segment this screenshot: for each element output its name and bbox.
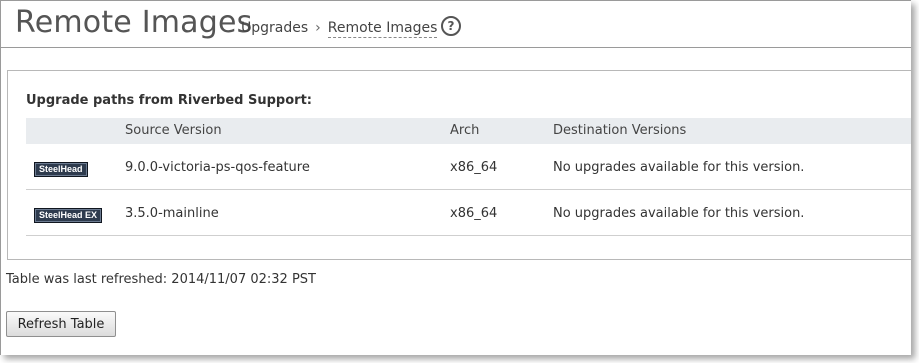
last-refreshed-text: Table was last refreshed: 2014/11/07 02:… [6, 272, 316, 287]
upgrade-paths-table: Source Version Arch Destination Versions… [26, 118, 911, 236]
arch-cell: x86_64 [450, 160, 498, 175]
breadcrumb-current[interactable]: Remote Images [327, 20, 438, 38]
source-version-cell: 3.5.0-mainline [125, 206, 219, 221]
table-row: SteelHead 9.0.0-victoria-ps-qos-feature … [26, 144, 911, 190]
column-header-source-version: Source Version [125, 123, 222, 138]
table-row: SteelHead EX 3.5.0-mainline x86_64 No up… [26, 190, 911, 236]
help-icon[interactable]: ? [441, 16, 461, 36]
breadcrumb-separator: › [315, 20, 321, 36]
column-header-arch: Arch [450, 123, 480, 138]
window-frame: Remote Images Upgrades › Remote Images ? U… [0, 0, 911, 355]
steelhead-ex-logo: SteelHead EX [34, 208, 103, 223]
page-title: Remote Images [15, 5, 253, 40]
refresh-table-button[interactable]: Refresh Table [6, 311, 116, 337]
breadcrumb-upgrades-link[interactable]: Upgrades [241, 20, 308, 36]
table-header: Source Version Arch Destination Versions [26, 118, 911, 144]
destination-versions-cell: No upgrades available for this version. [553, 206, 805, 221]
steelhead-logo: SteelHead [34, 162, 88, 177]
destination-versions-cell: No upgrades available for this version. [553, 160, 805, 175]
arch-cell: x86_64 [450, 206, 498, 221]
upgrade-paths-panel: Upgrade paths from Riverbed Support: Sou… [7, 70, 911, 260]
breadcrumb: Upgrades › Remote Images [241, 20, 438, 38]
section-title: Upgrade paths from Riverbed Support: [26, 93, 312, 108]
page-header: Remote Images Upgrades › Remote Images ? [1, 1, 911, 48]
source-version-cell: 9.0.0-victoria-ps-qos-feature [125, 160, 310, 175]
column-header-destination-versions: Destination Versions [553, 123, 687, 138]
